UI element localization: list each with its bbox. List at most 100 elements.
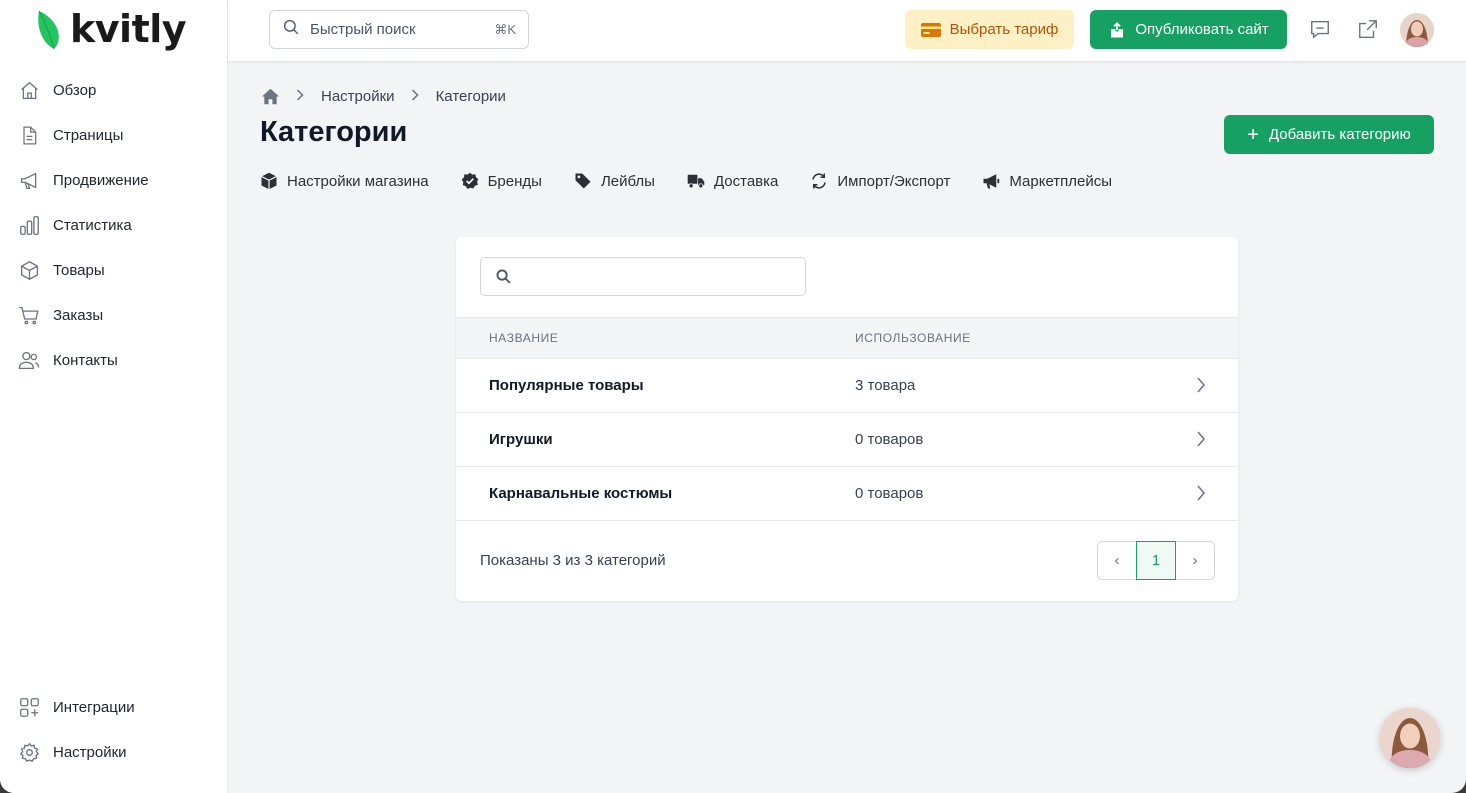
search-icon [282,18,300,41]
sync-icon [810,172,828,190]
megaphone-filled-icon [982,172,1000,190]
settings-subnav: Настройки магазина Бренды Лейблы Доставк… [260,170,1144,192]
chevron-right-icon [411,88,419,105]
chevron-right-icon [1196,431,1210,449]
search-icon [495,268,512,285]
quick-search-input[interactable]: Быстрый поиск ⌘K [269,10,529,49]
subnav-label: Настройки магазина [287,172,429,190]
cart-icon [18,305,40,327]
publish-site-button[interactable]: Опубликовать сайт [1090,10,1287,49]
sidebar-item-label: Статистика [53,217,132,234]
subnav-label: Бренды [487,172,542,190]
users-icon [18,350,40,372]
table-header: НАЗВАНИЕ ИСПОЛЬЗОВАНИЕ [456,317,1238,359]
subnav-delivery[interactable]: Доставка [687,172,778,190]
category-usage: 3 товара [855,377,916,394]
sidebar-item-label: Контакты [53,352,118,369]
prev-page-button[interactable]: ‹ [1098,542,1136,579]
subnav-store-settings[interactable]: Настройки магазина [260,172,429,190]
home-breadcrumb-icon[interactable] [261,88,280,105]
bar-chart-icon [18,215,40,237]
chat-icon[interactable] [1308,17,1332,41]
truck-icon [687,172,705,190]
search-shortcut: ⌘K [494,21,516,37]
sidebar-item-label: Интеграции [53,699,135,716]
categories-card: НАЗВАНИЕ ИСПОЛЬЗОВАНИЕ Популярные товары… [456,237,1238,601]
sidebar-item-label: Заказы [53,307,104,324]
add-category-label: Добавить категорию [1268,126,1411,143]
brand-name: kvitly [70,7,187,51]
sidebar-item-settings[interactable]: Настройки [0,730,228,775]
column-header-usage[interactable]: ИСПОЛЬЗОВАНИЕ [855,331,971,345]
subnav-marketplaces[interactable]: Маркетплейсы [982,172,1112,190]
breadcrumb-current: Категории [435,87,506,105]
breadcrumb-settings[interactable]: Настройки [321,88,395,105]
sidebar: kvitly Обзор Страницы Продвижение Статис… [0,0,228,793]
topbar: Быстрый поиск ⌘K Выбрать тариф Опубликов… [228,0,1466,62]
store-box-icon [260,172,278,190]
box-icon [18,260,40,282]
table-row[interactable]: Игрушки 0 товаров [456,413,1238,467]
support-chat-avatar[interactable] [1380,708,1440,768]
megaphone-icon [18,170,40,192]
subnav-label: Лейблы [600,172,655,190]
sidebar-item-promotion[interactable]: Продвижение [0,158,228,203]
publish-site-label: Опубликовать сайт [1135,21,1269,38]
column-header-name[interactable]: НАЗВАНИЕ [489,331,559,345]
sidebar-item-label: Продвижение [53,172,149,189]
sidebar-item-statistics[interactable]: Статистика [0,203,228,248]
category-usage: 0 товаров [855,485,924,502]
sidebar-item-products[interactable]: Товары [0,248,228,293]
file-icon [18,125,40,147]
publish-icon [1108,21,1126,39]
sidebar-item-contacts[interactable]: Контакты [0,338,228,383]
tag-icon [574,172,592,190]
sidebar-item-integrations[interactable]: Интеграции [0,685,228,730]
category-name: Игрушки [489,431,553,448]
sidebar-item-label: Обзор [53,82,97,99]
subnav-labels[interactable]: Лейблы [574,172,655,190]
category-name: Популярные товары [489,377,644,394]
page-title: Категории [260,116,408,148]
add-category-button[interactable]: + Добавить категорию [1224,115,1434,154]
credit-card-icon [920,22,941,37]
plus-icon: + [1247,123,1259,146]
subnav-label: Доставка [713,172,779,190]
integrations-icon [18,697,40,719]
gear-icon [18,742,40,764]
sidebar-item-pages[interactable]: Страницы [0,113,228,158]
sidebar-item-label: Настройки [53,744,127,761]
app-window: kvitly Обзор Страницы Продвижение Статис… [0,0,1466,793]
sidebar-item-orders[interactable]: Заказы [0,293,228,338]
choose-tariff-label: Выбрать тариф [949,21,1059,38]
breadcrumb: Настройки Категории [261,86,506,106]
subnav-brands[interactable]: Бренды [461,172,542,190]
leaf-logo-icon [38,10,59,49]
choose-tariff-button[interactable]: Выбрать тариф [905,10,1074,49]
table-row[interactable]: Карнавальные костюмы 0 товаров [456,467,1238,521]
category-search-input[interactable] [480,257,806,296]
brand-logo[interactable]: kvitly [36,6,187,52]
chevron-right-icon [296,88,304,105]
sidebar-item-overview[interactable]: Обзор [0,68,228,113]
badge-check-icon [461,172,479,190]
pagination: ‹ 1 › [1097,541,1215,580]
table-row[interactable]: Популярные товары 3 товара [456,359,1238,413]
category-name: Карнавальные костюмы [489,485,673,502]
category-usage: 0 товаров [855,431,924,448]
sidebar-item-label: Страницы [53,127,124,144]
page-button-current[interactable]: 1 [1136,541,1176,580]
results-summary: Показаны 3 из 3 категорий [480,552,666,569]
subnav-label: Импорт/Экспорт [837,172,951,190]
subnav-import-export[interactable]: Импорт/Экспорт [810,172,950,190]
sidebar-bottom-nav: Интеграции Настройки [0,685,228,775]
chevron-right-icon [1196,377,1210,395]
home-icon [18,80,40,102]
user-avatar[interactable] [1400,13,1434,47]
external-link-icon[interactable] [1356,17,1380,41]
chevron-right-icon [1196,485,1210,503]
search-placeholder: Быстрый поиск [310,21,416,38]
next-page-button[interactable]: › [1176,542,1214,579]
subnav-label: Маркетплейсы [1009,172,1113,190]
sidebar-item-label: Товары [53,262,105,279]
